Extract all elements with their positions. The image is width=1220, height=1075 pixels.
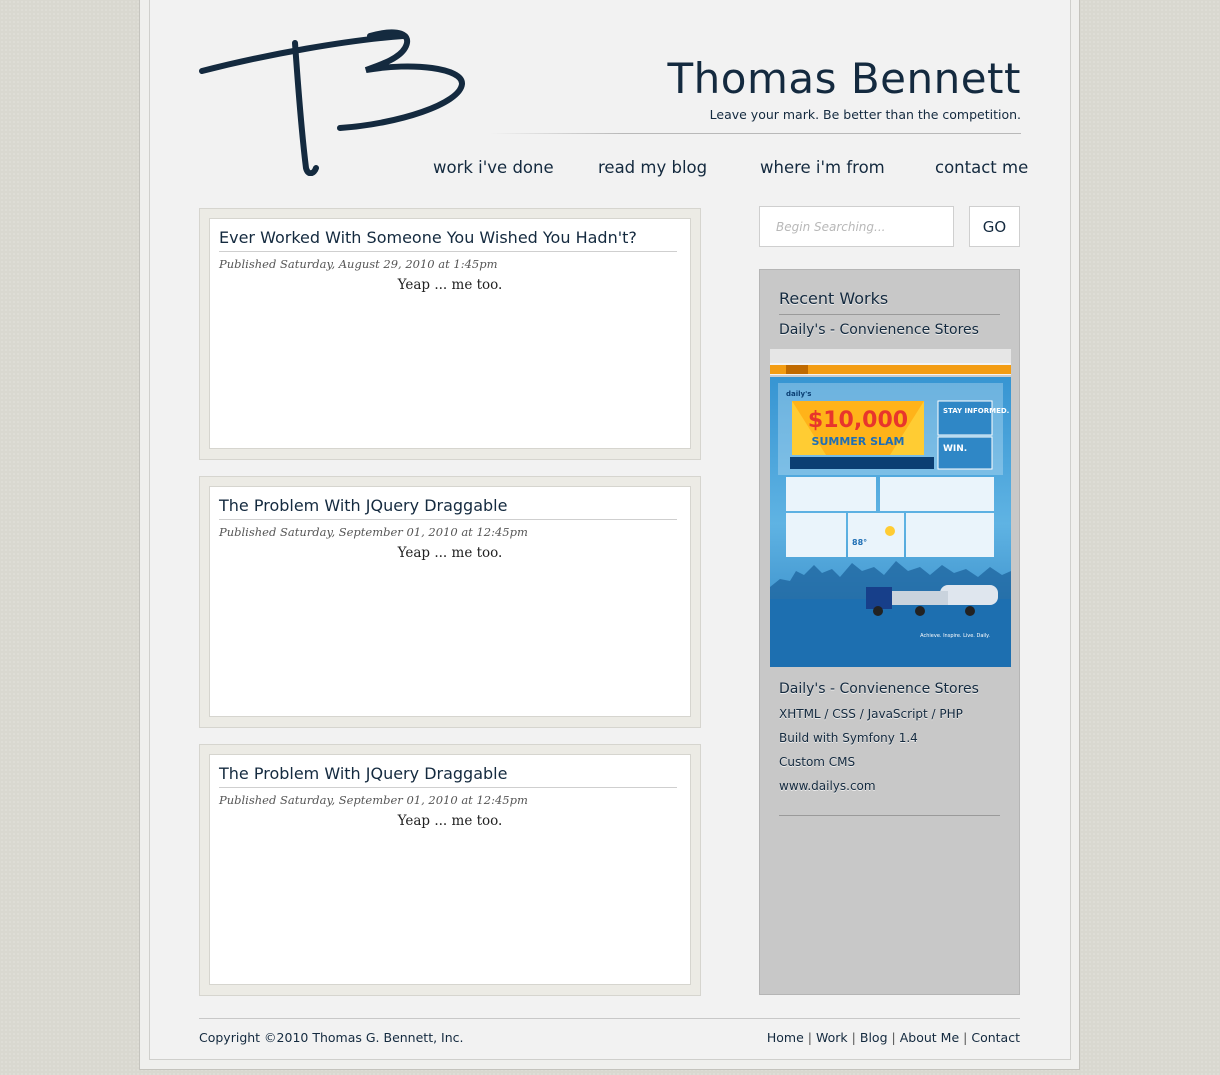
footer-separator: | [963,1030,968,1045]
nav-contact[interactable]: contact me [935,158,1028,177]
footer-link-contact[interactable]: Contact [971,1030,1020,1045]
footer-divider [199,1018,1020,1019]
sidebar-divider [779,815,1000,816]
nav-where-from[interactable]: where i'm from [760,158,885,177]
copyright: Copyright ©2010 Thomas G. Bennett, Inc. [199,1030,464,1045]
work-title-top[interactable]: Daily's - Convienence Stores [779,322,979,338]
thumb-promo-1: STAY INFORMED. [943,407,1009,415]
nav-work[interactable]: work i've done [433,158,554,177]
post-date: Published Saturday, August 29, 2010 at 1… [219,257,498,271]
blog-post-card: The Problem With JQuery Draggable Publis… [209,486,691,717]
search-input[interactable] [759,206,954,247]
post-title[interactable]: The Problem With JQuery Draggable [219,764,677,788]
post-body: Yeap ... me too. [397,277,503,293]
footer-link-about[interactable]: About Me [900,1030,959,1045]
thumb-temperature: 88° [852,538,867,547]
recent-works-sidebar: Recent Works Daily's - Convienence Store… [759,269,1020,995]
work-framework: Build with Symfony 1.4 [779,731,918,745]
footer-link-blog[interactable]: Blog [860,1030,888,1045]
footer-separator: | [807,1030,812,1045]
work-cms: Custom CMS [779,755,856,769]
post-body: Yeap ... me too. [397,545,503,561]
thumb-site-logo: daily's [786,390,811,398]
blog-post: Ever Worked With Someone You Wished You … [199,208,701,460]
footer-link-work[interactable]: Work [816,1030,848,1045]
blog-post: The Problem With JQuery Draggable Publis… [199,476,701,728]
work-url[interactable]: www.dailys.com [779,779,876,793]
blog-post-card: Ever Worked With Someone You Wished You … [209,218,691,449]
nav-blog[interactable]: read my blog [598,158,707,177]
footer-nav: Home | Work | Blog | About Me | Contact [767,1030,1020,1045]
recent-works-heading: Recent Works [779,289,889,308]
thumb-headline: $10,000 [808,408,908,433]
post-title[interactable]: The Problem With JQuery Draggable [219,496,677,520]
footer-separator: | [891,1030,896,1045]
site-title: Thomas Bennett [667,54,1021,103]
header-divider [490,133,1021,134]
footer-separator: | [851,1030,856,1045]
post-date: Published Saturday, September 01, 2010 a… [219,525,528,539]
work-title[interactable]: Daily's - Convienence Stores [779,681,979,697]
sidebar-divider [779,314,1000,315]
footer-link-home[interactable]: Home [767,1030,804,1045]
blog-post-card: The Problem With JQuery Draggable Publis… [209,754,691,985]
tb-monogram-logo[interactable] [198,26,468,176]
work-thumbnail[interactable]: daily's $10,000 SUMMER SLAM STAY INFORME… [770,349,1011,667]
thumb-promo-2: WIN. [943,444,967,454]
post-date: Published Saturday, September 01, 2010 a… [219,793,528,807]
blog-post: The Problem With JQuery Draggable Publis… [199,744,701,996]
thumb-subheadline: SUMMER SLAM [812,435,905,448]
work-tech-stack: XHTML / CSS / JavaScript / PHP [779,707,963,721]
site-tagline: Leave your mark. Be better than the comp… [709,107,1021,122]
post-title[interactable]: Ever Worked With Someone You Wished You … [219,228,677,252]
thumb-tagline: Achieve. Inspire. Live. Daily. [920,633,990,639]
post-body: Yeap ... me too. [397,813,503,829]
search-go-button[interactable]: GO [969,206,1020,247]
